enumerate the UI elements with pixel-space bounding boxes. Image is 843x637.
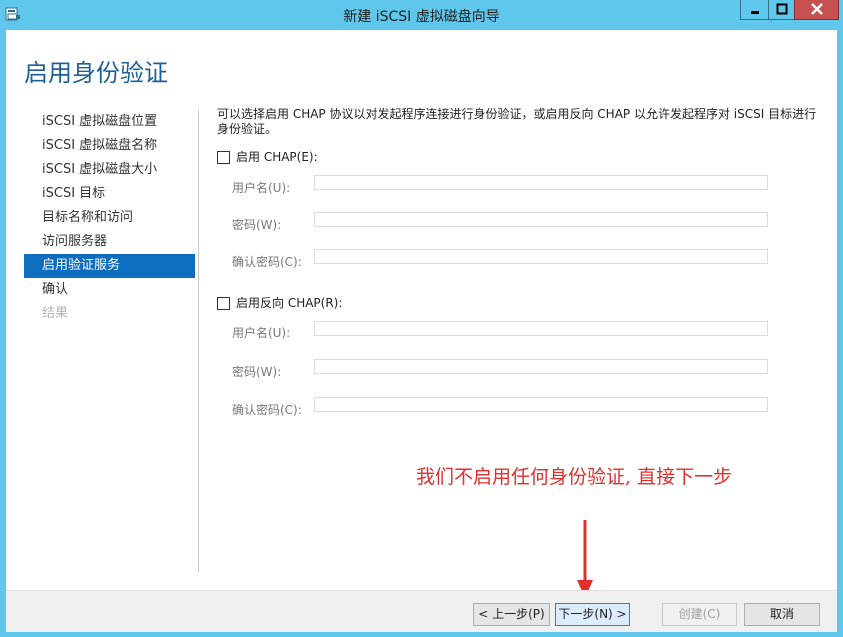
- nav-item-disk-location[interactable]: iSCSI 虚拟磁盘位置: [24, 110, 195, 134]
- cancel-button[interactable]: 取消: [744, 603, 820, 626]
- minimize-icon: [750, 11, 759, 14]
- close-icon: [810, 3, 823, 15]
- window-title: 新建 iSCSI 虚拟磁盘向导: [343, 9, 500, 25]
- enable-chap-checkbox-row[interactable]: 启用 CHAP(E):: [217, 148, 318, 165]
- nav-item-iscsi-target[interactable]: iSCSI 目标: [24, 182, 195, 206]
- create-button: 创建(C): [662, 603, 737, 626]
- window-titlebar[interactable]: 新建 iSCSI 虚拟磁盘向导: [0, 0, 843, 30]
- auth-description: 可以选择启用 CHAP 协议以对发起程序连接进行身份验证，或启用反向 CHAP …: [217, 107, 817, 136]
- enable-chap-checkbox[interactable]: [217, 151, 230, 164]
- nav-item-results: 结果: [42, 306, 69, 321]
- enable-chap-label: 启用 CHAP(E):: [236, 150, 318, 164]
- maximize-icon: [776, 3, 787, 15]
- chap-confirm-password-input[interactable]: [314, 249, 768, 264]
- reverse-chap-confirm-password-input[interactable]: [314, 397, 768, 412]
- enable-reverse-chap-checkbox-row[interactable]: 启用反向 CHAP(R):: [217, 294, 342, 311]
- chap-password-label: 密码(W):: [232, 218, 282, 232]
- nav-item-confirmation[interactable]: 确认: [24, 278, 195, 302]
- chap-confirm-password-label: 确认密码(C):: [232, 255, 302, 269]
- maximize-button[interactable]: [768, 0, 795, 20]
- close-button[interactable]: [794, 0, 839, 20]
- next-button[interactable]: 下一步(N) >: [555, 603, 630, 626]
- annotation-arrow-icon: [577, 520, 593, 598]
- nav-item-disk-size[interactable]: iSCSI 虚拟磁盘大小: [24, 158, 195, 182]
- chap-password-input[interactable]: [314, 212, 768, 227]
- chap-username-label: 用户名(U):: [232, 181, 291, 195]
- reverse-chap-password-label: 密码(W):: [232, 365, 282, 379]
- reverse-chap-username-input[interactable]: [314, 321, 768, 336]
- enable-reverse-chap-checkbox[interactable]: [217, 297, 230, 310]
- chap-username-input[interactable]: [314, 175, 768, 190]
- nav-item-disk-name[interactable]: iSCSI 虚拟磁盘名称: [24, 134, 195, 158]
- nav-item-enable-auth[interactable]: 启用验证服务: [24, 254, 195, 278]
- nav-item-access-servers[interactable]: 访问服务器: [24, 230, 195, 254]
- annotation-note: 我们不启用任何身份验证, 直接下一步: [416, 466, 733, 488]
- nav-divider: [198, 110, 199, 572]
- reverse-chap-username-label: 用户名(U):: [232, 326, 291, 340]
- nav-item-target-name-access[interactable]: 目标名称和访问: [24, 206, 195, 230]
- reverse-chap-confirm-password-label: 确认密码(C):: [232, 403, 302, 417]
- previous-button[interactable]: < 上一步(P): [473, 603, 550, 626]
- wizard-steps-nav: iSCSI 虚拟磁盘位置 iSCSI 虚拟磁盘名称 iSCSI 虚拟磁盘大小 i…: [24, 110, 195, 326]
- reverse-chap-password-input[interactable]: [314, 359, 768, 374]
- page-title: 启用身份验证: [24, 59, 168, 87]
- minimize-button[interactable]: [740, 0, 769, 20]
- enable-reverse-chap-label: 启用反向 CHAP(R):: [236, 296, 343, 310]
